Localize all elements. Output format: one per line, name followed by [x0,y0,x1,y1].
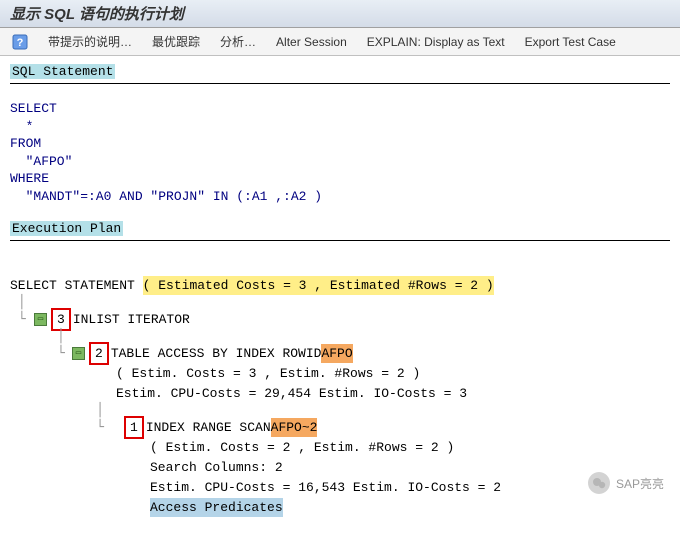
plan-detail-text: Search Columns: 2 [150,458,283,478]
plan-detail-text: Estim. CPU-Costs = 29,454 Estim. IO-Cost… [116,384,467,404]
plan-detail-text: ( Estim. Costs = 3 , Estim. #Rows = 2 ) [116,364,420,384]
plan-node-3: └ ▭ 3 INLIST ITERATOR [10,309,670,329]
question-icon[interactable]: ? [8,32,32,52]
toolbar-alter-session[interactable]: Alter Session [272,33,351,51]
tree-connector-row: │ [10,403,670,417]
plan-node-table: AFPO [321,344,352,364]
sql-line: WHERE [10,171,49,186]
sql-line: FROM [10,136,41,151]
toolbar-analyze[interactable]: 分析… [216,31,260,52]
svg-text:?: ? [17,37,24,49]
watermark: SAP亮亮 [588,472,664,494]
sql-block: SELECT * FROM "AFPO" WHERE "MANDT"=:A0 A… [10,100,670,205]
plan-node-1-detail: Access Predicates [10,497,670,517]
toolbar-hint-desc[interactable]: 带提示的说明… [44,31,136,52]
plan-detail-text: ( Estim. Costs = 2 , Estim. #Rows = 2 ) [150,438,454,458]
sql-line: SELECT [10,101,57,116]
plan-tree: SELECT STATEMENT ( Estimated Costs = 3 ,… [10,275,670,517]
plan-node-2-detail: ( Estim. Costs = 3 , Estim. #Rows = 2 ) [10,363,670,383]
plan-node-index: AFPO~2 [271,418,318,438]
toolbar-export-test[interactable]: Export Test Case [521,33,620,51]
divider [10,83,670,84]
execution-plan-header: Execution Plan [10,221,123,236]
sql-statement-header: SQL Statement [10,64,115,79]
plan-detail-text: Estim. CPU-Costs = 16,543 Estim. IO-Cost… [150,478,501,498]
plan-node-label: INDEX RANGE SCAN [146,418,271,438]
plan-node-2: └ ▭ 2 TABLE ACCESS BY INDEX ROWID AFPO [10,343,670,363]
toolbar: ? 带提示的说明… 最优跟踪 分析… Alter Session EXPLAIN… [0,28,680,56]
plan-node-number: 1 [124,416,144,440]
divider [10,240,670,241]
toolbar-best-trace[interactable]: 最优跟踪 [148,31,204,52]
sql-line: "AFPO" [10,154,72,169]
plan-node-1-detail: ( Estim. Costs = 2 , Estim. #Rows = 2 ) [10,437,670,457]
access-predicates: Access Predicates [150,498,283,518]
expand-icon[interactable]: ▭ [34,313,47,326]
page-title: 显示 SQL 语句的执行计划 [10,3,184,24]
plan-node-1: └ 1 INDEX RANGE SCAN AFPO~2 [10,417,670,437]
plan-node-1-detail: Estim. CPU-Costs = 16,543 Estim. IO-Cost… [10,477,670,497]
plan-node-label: INLIST ITERATOR [73,310,190,330]
title-bar: 显示 SQL 语句的执行计划 [0,0,680,28]
wechat-icon [588,472,610,494]
plan-node-number: 2 [89,342,109,366]
tree-connector-row: │ [10,295,670,309]
expand-icon[interactable]: ▭ [72,347,85,360]
select-stmt-costs: ( Estimated Costs = 3 , Estimated #Rows … [143,276,494,296]
toolbar-explain-text[interactable]: EXPLAIN: Display as Text [363,33,509,51]
sql-line: "MANDT"=:A0 AND "PROJN" IN (:A1 ,:A2 ) [10,189,322,204]
plan-node-1-detail: Search Columns: 2 [10,457,670,477]
watermark-text: SAP亮亮 [616,475,664,492]
content-area: SQL Statement SELECT * FROM "AFPO" WHERE… [0,56,680,534]
plan-select-statement: SELECT STATEMENT ( Estimated Costs = 3 ,… [10,275,670,295]
sql-line: * [10,119,33,134]
plan-node-label: TABLE ACCESS BY INDEX ROWID [111,344,322,364]
tree-connector-row: │ [10,329,670,343]
